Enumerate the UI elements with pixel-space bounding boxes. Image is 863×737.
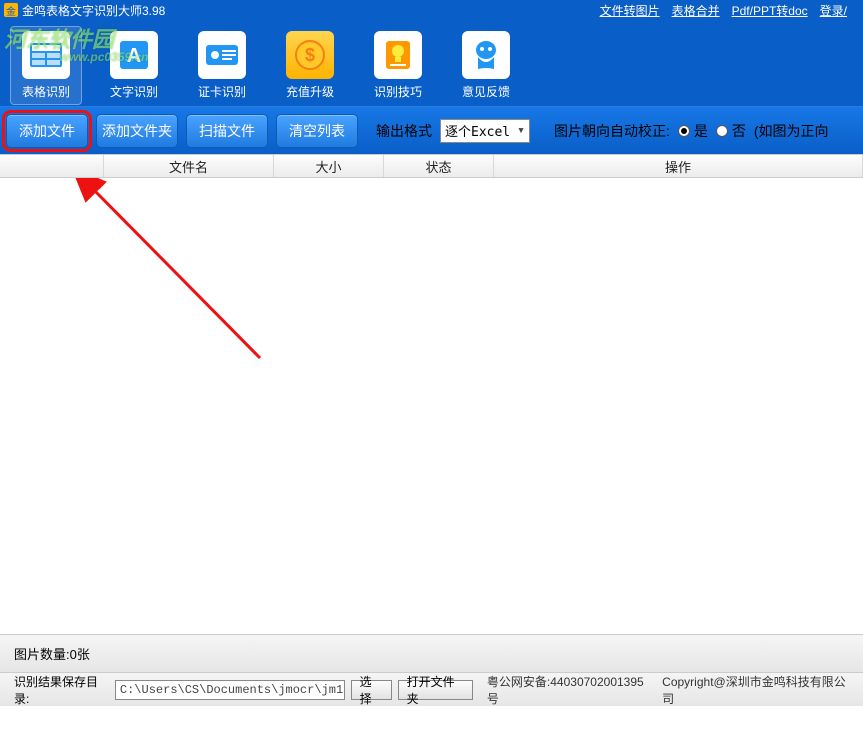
table-identify-icon	[22, 31, 70, 79]
main-btn-label: 充值升级	[286, 83, 334, 100]
output-format-label: 输出格式	[376, 121, 432, 141]
file-table-body	[0, 178, 863, 634]
main-btn-id-card[interactable]: 证卡识别	[186, 27, 258, 104]
radio-yes-group[interactable]: 是	[678, 121, 708, 141]
annotation-arrow	[0, 178, 400, 578]
radio-yes-label: 是	[694, 121, 708, 141]
col-size[interactable]: 大小	[274, 155, 384, 177]
clear-list-button[interactable]: 清空列表	[276, 114, 358, 148]
col-status[interactable]: 状态	[384, 155, 494, 177]
footer-save-dir-bar: 识别结果保存目录: C:\Users\CS\Documents\jmocr\jm…	[0, 672, 863, 706]
main-btn-feedback[interactable]: 意见反馈	[450, 27, 522, 104]
col-filename[interactable]: 文件名	[104, 155, 274, 177]
no-suffix-text: (如图为正向	[754, 121, 829, 141]
main-btn-label: 识别技巧	[374, 83, 422, 100]
main-btn-label: 意见反馈	[462, 83, 510, 100]
col-operation[interactable]: 操作	[494, 155, 863, 177]
save-dir-path-value: C:\Users\CS\Documents\jmocr\jm189cn	[120, 683, 345, 697]
file-table-header: 文件名 大小 状态 操作	[0, 154, 863, 178]
window-titlebar: 金 金鸣表格文字识别大师3.98 文件转图片 表格合并 Pdf/PPT转doc …	[0, 0, 863, 20]
lightbulb-icon	[374, 31, 422, 79]
main-btn-label: 证卡识别	[198, 83, 246, 100]
add-folder-button[interactable]: 添加文件夹	[96, 114, 178, 148]
radio-no-label: 否	[732, 121, 746, 141]
main-btn-label: 表格识别	[22, 83, 70, 100]
main-btn-text-identify[interactable]: A 文字识别	[98, 27, 170, 104]
coin-icon: $	[286, 31, 334, 79]
main-btn-table-identify[interactable]: 表格识别	[10, 26, 82, 105]
copyright-text: Copyright@深圳市金鸣科技有限公司	[662, 673, 849, 707]
output-format-select[interactable]: 逐个Excel	[440, 119, 530, 143]
scan-file-button[interactable]: 扫描文件	[186, 114, 268, 148]
link-merge-tables[interactable]: 表格合并	[672, 2, 720, 19]
select-folder-button[interactable]: 选择	[351, 680, 392, 700]
output-format-value: 逐个Excel	[445, 121, 510, 140]
svg-text:$: $	[305, 45, 315, 65]
save-dir-label: 识别结果保存目录:	[14, 673, 109, 707]
radio-no-group[interactable]: 否	[716, 121, 746, 141]
col-index[interactable]	[0, 155, 104, 177]
radio-no[interactable]	[716, 125, 728, 137]
open-folder-button[interactable]: 打开文件夹	[398, 680, 473, 700]
main-btn-recharge[interactable]: $ 充值升级	[274, 27, 346, 104]
save-dir-path-input[interactable]: C:\Users\CS\Documents\jmocr\jm189cn	[115, 680, 345, 700]
svg-text:A: A	[127, 45, 141, 67]
main-btn-tips[interactable]: 识别技巧	[362, 27, 434, 104]
action-bar: 添加文件 添加文件夹 扫描文件 清空列表 输出格式 逐个Excel 图片朝向自动…	[0, 106, 863, 154]
feedback-icon	[462, 31, 510, 79]
app-icon: 金	[4, 3, 18, 17]
record-number: 粤公网安备:44030702001395号	[487, 673, 648, 707]
image-count-text: 图片数量:0张	[14, 644, 90, 663]
link-login[interactable]: 登录/	[820, 2, 847, 19]
footer-image-count-bar: 图片数量:0张	[0, 634, 863, 672]
auto-orient-label: 图片朝向自动校正:	[554, 121, 670, 141]
link-pdf-ppt-doc[interactable]: Pdf/PPT转doc	[732, 2, 808, 19]
radio-yes[interactable]	[678, 125, 690, 137]
text-identify-icon: A	[110, 31, 158, 79]
main-toolbar: 表格识别 A 文字识别 证卡识别 $ 充值升级 识别技巧 意见反馈	[0, 20, 863, 106]
id-card-icon	[198, 31, 246, 79]
main-btn-label: 文字识别	[110, 83, 158, 100]
add-file-button[interactable]: 添加文件	[6, 114, 88, 148]
window-title: 金鸣表格文字识别大师3.98	[22, 2, 165, 19]
link-file-to-image[interactable]: 文件转图片	[600, 2, 660, 19]
